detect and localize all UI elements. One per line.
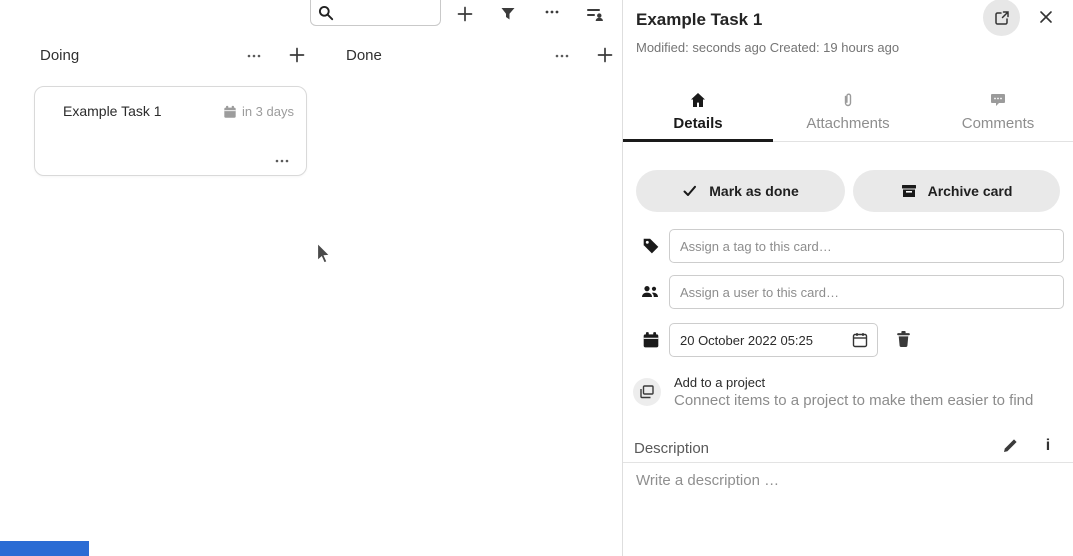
- mouse-cursor-arrow: [316, 242, 331, 266]
- tab-attachments-label: Attachments: [806, 115, 889, 132]
- card-title: Example Task 1: [63, 103, 162, 119]
- task-card[interactable]: Example Task 1 in 3 days: [34, 86, 307, 176]
- card-due-date: in 3 days: [223, 104, 294, 119]
- mark-as-done-label: Mark as done: [709, 183, 798, 199]
- column-title-done: Done: [346, 47, 382, 64]
- calendar-icon: [642, 331, 660, 349]
- pencil-icon: [1002, 438, 1018, 454]
- tab-details[interactable]: Details: [623, 84, 773, 141]
- search-input[interactable]: [337, 1, 437, 23]
- description-info-button[interactable]: i: [1040, 435, 1056, 455]
- add-to-project-title: Add to a project: [674, 375, 765, 390]
- card-details-panel: Example Task 1 Modified: seconds ago Cre…: [622, 0, 1073, 556]
- add-icon: [457, 6, 473, 22]
- more-icon: [544, 4, 560, 20]
- tab-comments-label: Comments: [962, 115, 1035, 132]
- filter-icon: [500, 6, 516, 22]
- more-icon: [554, 48, 570, 64]
- remove-due-date-button[interactable]: [894, 330, 912, 349]
- add-icon: [597, 47, 613, 63]
- filter-button[interactable]: [496, 2, 520, 26]
- archive-icon: [901, 183, 917, 199]
- home-icon: [690, 92, 706, 108]
- more-icon: [246, 48, 262, 64]
- more-icon: [274, 153, 290, 169]
- active-tab-underline: [623, 139, 773, 142]
- due-date-input[interactable]: [669, 323, 878, 357]
- check-icon: [682, 183, 698, 199]
- edit-description-button[interactable]: [1002, 437, 1020, 455]
- info-icon: i: [1046, 437, 1050, 454]
- assign-tag-input[interactable]: [669, 229, 1064, 263]
- projects-icon: [639, 384, 655, 400]
- card-menu-button[interactable]: [274, 153, 292, 167]
- card-due-label: in 3 days: [242, 104, 294, 119]
- close-icon: [1038, 9, 1054, 25]
- panel-card-meta: Modified: seconds ago Created: 19 hours …: [636, 40, 899, 55]
- doing-add-card-button[interactable]: [287, 45, 307, 65]
- paperclip-icon: [840, 92, 856, 108]
- trash-icon: [895, 330, 912, 348]
- close-panel-button[interactable]: [1034, 5, 1058, 29]
- search-icon: [318, 5, 334, 21]
- tab-details-label: Details: [673, 115, 722, 132]
- mark-as-done-button[interactable]: Mark as done: [636, 170, 845, 212]
- panel-tabs: Details Attachments Comments: [623, 84, 1073, 142]
- popout-icon: [994, 10, 1010, 26]
- add-to-project-button[interactable]: [633, 378, 661, 406]
- assigned-cards-button[interactable]: [583, 2, 607, 26]
- done-column-menu-button[interactable]: [552, 46, 572, 66]
- open-calendar-button[interactable]: [852, 331, 870, 349]
- tag-icon: [642, 237, 660, 255]
- users-icon: [641, 283, 659, 301]
- archive-card-button[interactable]: Archive card: [853, 170, 1060, 212]
- add-to-project-subtitle: Connect items to a project to make them …: [674, 392, 1033, 409]
- description-divider: [623, 462, 1073, 463]
- column-title-doing: Doing: [40, 47, 79, 64]
- add-card-toolbar-button[interactable]: [453, 2, 477, 26]
- bottom-left-blue-fragment: [0, 541, 89, 556]
- calendar-outline-icon: [852, 332, 868, 348]
- assigned-cards-icon: [586, 6, 604, 22]
- chat-icon: [990, 92, 1006, 108]
- board-area: Doing Done Example Task 1: [0, 0, 622, 556]
- open-in-window-button[interactable]: [983, 0, 1020, 36]
- tab-attachments[interactable]: Attachments: [773, 84, 923, 141]
- calendar-icon: [223, 105, 237, 119]
- add-icon: [289, 47, 305, 63]
- due-date-field[interactable]: [669, 323, 878, 357]
- panel-card-title: Example Task 1: [636, 10, 762, 30]
- search-box[interactable]: [310, 0, 441, 26]
- assign-user-input[interactable]: [669, 275, 1064, 309]
- description-placeholder[interactable]: Write a description …: [636, 472, 779, 489]
- tab-comments[interactable]: Comments: [923, 84, 1073, 141]
- description-label: Description: [634, 440, 709, 457]
- done-add-card-button[interactable]: [595, 45, 615, 65]
- board-menu-button[interactable]: [540, 0, 564, 24]
- doing-column-menu-button[interactable]: [244, 46, 264, 66]
- kanban-app-window: Doing Done Example Task 1: [0, 0, 1073, 556]
- archive-card-label: Archive card: [928, 183, 1013, 199]
